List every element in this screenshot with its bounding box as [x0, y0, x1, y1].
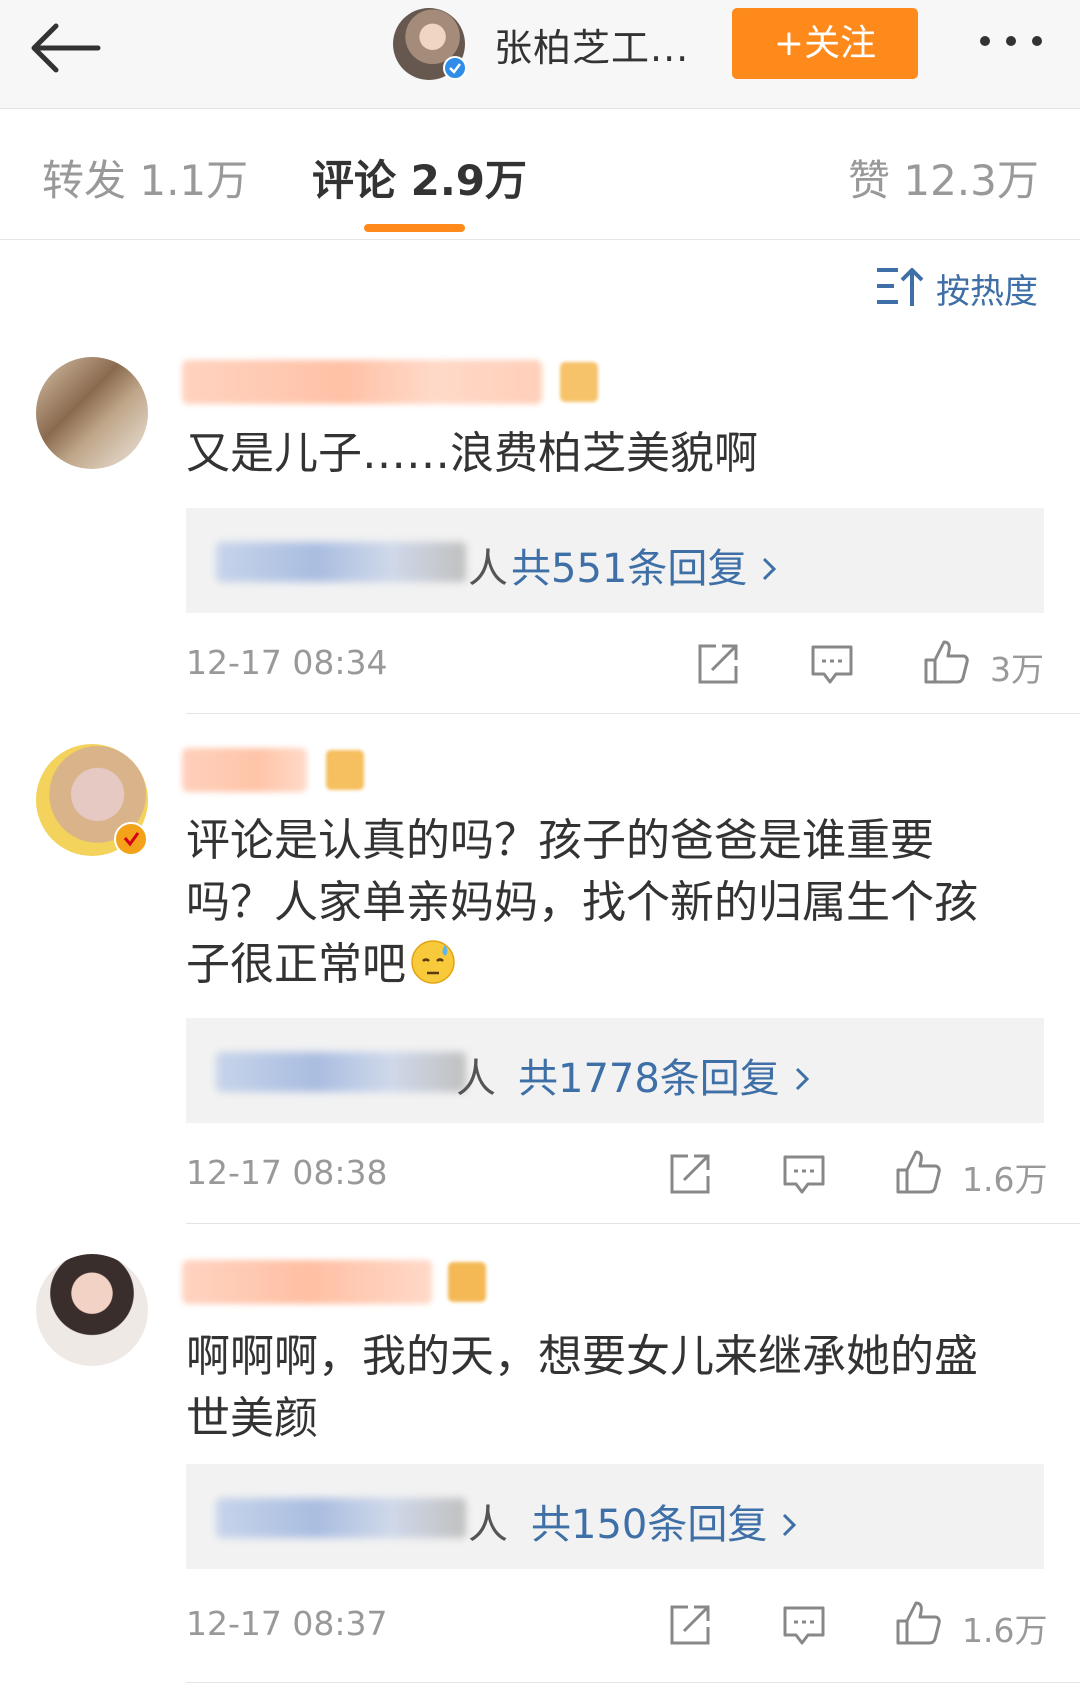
commenter-name-blurred[interactable] — [182, 748, 307, 792]
reply-count-label: 共1778条回复 — [518, 1056, 780, 1102]
tab-comments[interactable]: 评论 2.9万 — [312, 147, 527, 208]
reply-preview-box[interactable]: 人 共1778条回复 — [186, 1018, 1044, 1123]
member-badge-icon — [560, 362, 598, 402]
reply-suffix: 人 — [468, 546, 508, 592]
commenter-avatar[interactable] — [36, 1254, 148, 1366]
tab-likes[interactable]: 赞 12.3万 — [848, 147, 1039, 208]
like-count: 1.6万 — [962, 1611, 1048, 1650]
reply-users-blurred — [216, 1052, 466, 1092]
chevron-right-icon — [781, 1502, 797, 1548]
reply-comment-icon[interactable] — [808, 640, 856, 688]
reply-count-link[interactable]: 共150条回复 — [531, 1492, 797, 1550]
reply-comment-icon[interactable] — [780, 1601, 828, 1649]
comment-divider — [186, 1682, 1080, 1683]
reply-preview-box[interactable]: 人 共551条回复 — [186, 508, 1044, 613]
reply-count-label: 共150条回复 — [531, 1502, 768, 1548]
verified-badge-icon — [114, 822, 148, 856]
like-count: 3万 — [990, 650, 1044, 689]
comment-time: 12-17 08:38 — [186, 1153, 388, 1192]
sort-icon — [874, 264, 926, 310]
post-stats-tabs: 转发 1.1万 评论 2.9万 赞 12.3万 — [0, 109, 1080, 240]
thumbs-up-icon[interactable] — [922, 638, 970, 686]
active-tab-indicator — [364, 224, 465, 232]
back-arrow-icon[interactable] — [26, 18, 106, 78]
member-badge-icon — [326, 750, 364, 790]
comment-time: 12-17 08:37 — [186, 1604, 388, 1643]
comment-text: 啊啊啊，我的天，想要女儿来继承她的盛世美颜 — [186, 1331, 978, 1444]
reply-suffix: 人 — [456, 1056, 496, 1102]
reply-count-link[interactable]: 共551条回复 — [511, 536, 777, 594]
chevron-right-icon — [794, 1056, 810, 1102]
verified-badge-icon — [443, 56, 467, 80]
thumbs-up-icon[interactable] — [894, 1599, 942, 1647]
comment-time: 12-17 08:34 — [186, 643, 388, 682]
top-navigation-bar: 张柏芝工... +关注 — [0, 0, 1080, 109]
comment-text: 评论是认真的吗？孩子的爸爸是谁重要吗？人家单亲妈妈，找个新的归属生个孩子很正常吧 — [186, 810, 1006, 1002]
sweat-emoji-icon — [410, 939, 456, 1002]
share-icon[interactable] — [694, 640, 742, 688]
member-badge-icon — [448, 1262, 486, 1302]
like-count: 1.6万 — [962, 1160, 1048, 1199]
chevron-right-icon — [761, 546, 777, 592]
more-options-icon[interactable] — [980, 36, 1050, 52]
commenter-name-blurred[interactable] — [182, 1260, 432, 1304]
comment-text: 又是儿子……浪费柏芝美貌啊 — [186, 428, 758, 479]
comment-divider — [186, 713, 1080, 714]
reply-comment-icon[interactable] — [780, 1150, 828, 1198]
reply-users-blurred — [216, 542, 466, 582]
commenter-avatar[interactable] — [36, 357, 148, 469]
reply-suffix: 人 — [468, 1502, 508, 1548]
thumbs-up-icon[interactable] — [894, 1148, 942, 1196]
reply-users-blurred — [216, 1498, 466, 1538]
comment-text-body: 评论是认真的吗？孩子的爸爸是谁重要吗？人家单亲妈妈，找个新的归属生个孩子很正常吧 — [186, 815, 978, 990]
reply-count-link[interactable]: 共1778条回复 — [518, 1046, 810, 1104]
sort-label: 按热度 — [936, 272, 1038, 312]
tab-reposts[interactable]: 转发 1.1万 — [42, 147, 248, 208]
follow-button[interactable]: +关注 — [732, 8, 918, 79]
reply-preview-box[interactable]: 人 共150条回复 — [186, 1464, 1044, 1569]
account-name[interactable]: 张柏芝工... — [494, 17, 689, 72]
share-icon[interactable] — [666, 1150, 714, 1198]
share-icon[interactable] — [666, 1601, 714, 1649]
comment-divider — [186, 1223, 1080, 1224]
commenter-name-blurred[interactable] — [182, 360, 542, 404]
reply-count-label: 共551条回复 — [511, 546, 748, 592]
